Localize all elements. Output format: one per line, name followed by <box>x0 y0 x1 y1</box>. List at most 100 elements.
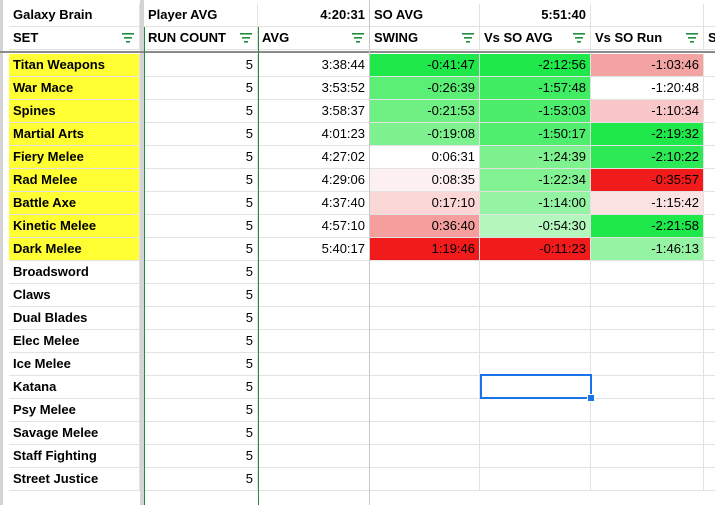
vs-so-run-cell[interactable] <box>591 353 704 376</box>
empty-cell[interactable] <box>704 54 715 77</box>
swing-cell[interactable]: -0:19:08 <box>370 123 480 146</box>
swing-cell[interactable] <box>370 307 480 330</box>
set-name-cell[interactable]: War Mace <box>9 77 140 100</box>
selected-cell[interactable] <box>480 374 592 399</box>
vs-so-run-cell[interactable] <box>591 307 704 330</box>
run-count-cell[interactable]: 5 <box>144 445 258 468</box>
run-count-cell[interactable]: 5 <box>144 100 258 123</box>
label-so-avg[interactable]: SO AVG <box>370 4 480 27</box>
swing-cell[interactable]: -0:41:47 <box>370 54 480 77</box>
empty-cell[interactable] <box>704 169 715 192</box>
avg-cell[interactable]: 3:53:52 <box>258 77 370 100</box>
set-name-cell[interactable]: Elec Melee <box>9 330 140 353</box>
column-header-4[interactable]: Vs SO AVG <box>480 27 591 50</box>
vs-so-avg-cell[interactable] <box>480 468 591 491</box>
set-name-cell[interactable]: Kinetic Melee <box>9 215 140 238</box>
avg-cell[interactable] <box>258 399 370 422</box>
avg-cell[interactable] <box>258 353 370 376</box>
empty-cell[interactable] <box>704 445 715 468</box>
avg-cell[interactable]: 5:40:17 <box>258 238 370 261</box>
avg-cell[interactable] <box>258 284 370 307</box>
set-name-cell[interactable]: Fiery Melee <box>9 146 140 169</box>
vs-so-run-cell[interactable]: -2:10:22 <box>591 146 704 169</box>
value-so-avg[interactable]: 5:51:40 <box>480 4 591 27</box>
set-name-cell[interactable]: Staff Fighting <box>9 445 140 468</box>
vs-so-run-cell[interactable]: -1:10:34 <box>591 100 704 123</box>
swing-cell[interactable]: 0:36:40 <box>370 215 480 238</box>
vs-so-avg-cell[interactable] <box>480 261 591 284</box>
vs-so-avg-cell[interactable] <box>480 399 591 422</box>
vs-so-run-cell[interactable] <box>591 422 704 445</box>
empty-cell[interactable] <box>704 123 715 146</box>
avg-cell[interactable]: 4:01:23 <box>258 123 370 146</box>
value-player-avg[interactable]: 4:20:31 <box>258 4 370 27</box>
set-name-cell[interactable]: Katana <box>9 376 140 399</box>
set-name-cell[interactable]: Dual Blades <box>9 307 140 330</box>
run-count-cell[interactable]: 5 <box>144 77 258 100</box>
set-name-cell[interactable]: Savage Melee <box>9 422 140 445</box>
run-count-cell[interactable]: 5 <box>144 215 258 238</box>
vs-so-run-cell[interactable] <box>591 330 704 353</box>
swing-cell[interactable] <box>370 376 480 399</box>
fill-handle[interactable] <box>587 394 595 402</box>
swing-cell[interactable]: 0:06:31 <box>370 146 480 169</box>
column-header-0[interactable]: SET <box>9 27 140 50</box>
spreadsheet-grid[interactable]: Galaxy Brain Player AVG 4:20:31 SO AVG 5:51:… <box>0 0 715 505</box>
set-name-cell[interactable]: Street Justice <box>9 468 140 491</box>
run-count-cell[interactable]: 5 <box>144 169 258 192</box>
run-count-cell[interactable]: 5 <box>144 399 258 422</box>
vs-so-avg-cell[interactable]: -1:24:39 <box>480 146 591 169</box>
run-count-cell[interactable]: 5 <box>144 307 258 330</box>
vs-so-avg-cell[interactable] <box>480 284 591 307</box>
set-name-cell[interactable]: Broadsword <box>9 261 140 284</box>
run-count-cell[interactable]: 5 <box>144 422 258 445</box>
frozen-column-divider[interactable] <box>0 0 3 505</box>
set-name-cell[interactable]: Ice Melee <box>9 353 140 376</box>
vs-so-run-cell[interactable] <box>591 445 704 468</box>
empty-cell[interactable] <box>704 353 715 376</box>
swing-cell[interactable] <box>370 261 480 284</box>
vs-so-run-cell[interactable]: -1:15:42 <box>591 192 704 215</box>
vs-so-run-cell[interactable]: -0:35:57 <box>591 169 704 192</box>
swing-cell[interactable] <box>370 284 480 307</box>
set-name-cell[interactable]: Psy Melee <box>9 399 140 422</box>
vs-so-avg-cell[interactable] <box>480 422 591 445</box>
vs-so-avg-cell[interactable] <box>480 330 591 353</box>
swing-cell[interactable] <box>370 468 480 491</box>
set-name-cell[interactable]: Martial Arts <box>9 123 140 146</box>
vs-so-avg-cell[interactable]: -1:50:17 <box>480 123 591 146</box>
label-player-avg[interactable]: Player AVG <box>144 4 258 27</box>
swing-cell[interactable]: 1:19:46 <box>370 238 480 261</box>
swing-cell[interactable] <box>370 422 480 445</box>
run-count-cell[interactable]: 5 <box>144 353 258 376</box>
run-count-cell[interactable]: 5 <box>144 284 258 307</box>
vs-so-run-cell[interactable]: -1:20:48 <box>591 77 704 100</box>
run-count-cell[interactable]: 5 <box>144 123 258 146</box>
vs-so-run-cell[interactable] <box>591 376 704 399</box>
swing-cell[interactable] <box>370 353 480 376</box>
vs-so-avg-cell[interactable] <box>480 353 591 376</box>
vs-so-run-cell[interactable]: -2:21:58 <box>591 215 704 238</box>
vs-so-run-cell[interactable]: -1:03:46 <box>591 54 704 77</box>
empty-cell[interactable] <box>704 284 715 307</box>
avg-cell[interactable] <box>258 307 370 330</box>
vs-so-run-cell[interactable] <box>591 261 704 284</box>
empty-cell[interactable] <box>704 376 715 399</box>
swing-cell[interactable]: 0:17:10 <box>370 192 480 215</box>
filter-icon[interactable] <box>573 33 585 43</box>
filter-icon[interactable] <box>686 33 698 43</box>
run-count-cell[interactable]: 5 <box>144 330 258 353</box>
run-count-cell[interactable]: 5 <box>144 376 258 399</box>
avg-cell[interactable] <box>258 445 370 468</box>
empty-cell[interactable] <box>591 4 704 27</box>
column-header-5[interactable]: Vs SO Run <box>591 27 704 50</box>
swing-cell[interactable]: -0:26:39 <box>370 77 480 100</box>
avg-cell[interactable]: 4:27:02 <box>258 146 370 169</box>
vs-so-run-cell[interactable]: -2:19:32 <box>591 123 704 146</box>
title-cell-galaxy-brain[interactable]: Galaxy Brain <box>9 4 140 27</box>
vs-so-avg-cell[interactable]: -1:14:00 <box>480 192 591 215</box>
column-header-1[interactable]: RUN COUNT <box>144 27 258 50</box>
avg-cell[interactable]: 4:57:10 <box>258 215 370 238</box>
vs-so-avg-cell[interactable]: -0:54:30 <box>480 215 591 238</box>
avg-cell[interactable]: 4:37:40 <box>258 192 370 215</box>
